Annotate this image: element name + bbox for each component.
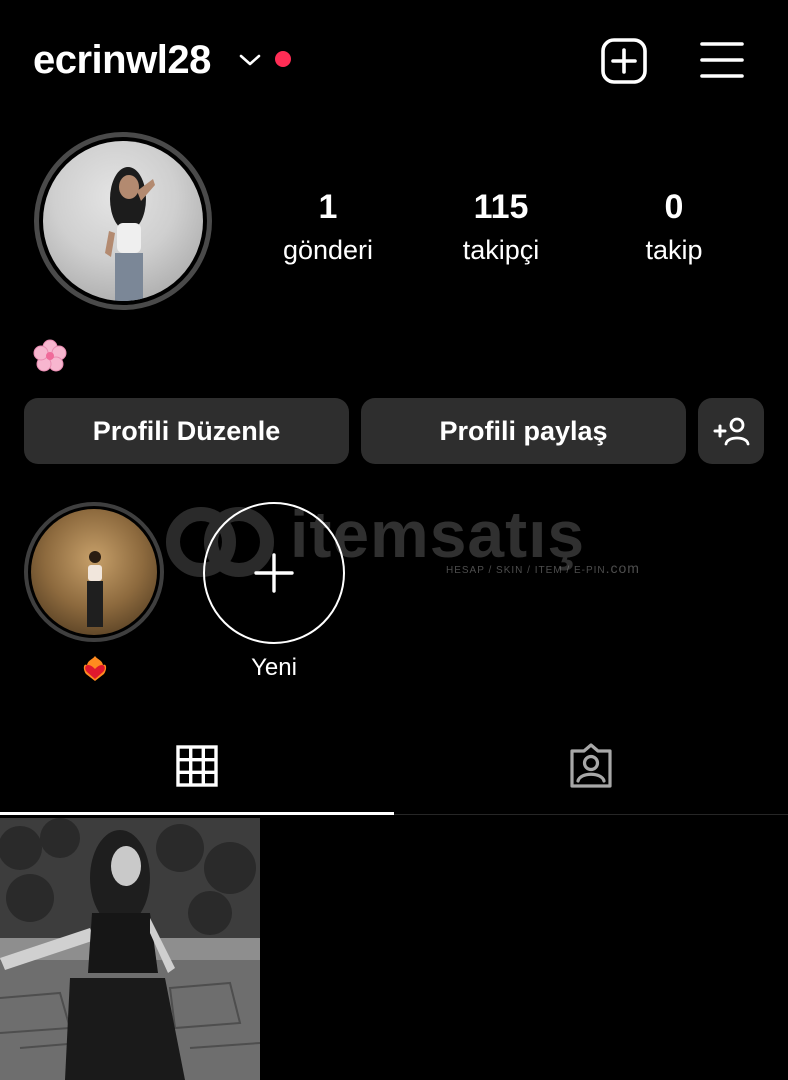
cherry-blossom-emoji <box>33 339 67 372</box>
new-highlight-label: Yeni <box>251 654 297 681</box>
discover-people-button[interactable] <box>698 398 764 464</box>
notification-dot <box>275 51 291 67</box>
stat-posts-count: 1 <box>318 188 338 226</box>
avatar-figure <box>105 167 155 301</box>
add-person-icon <box>713 417 750 446</box>
profile-username[interactable]: ecrinwl28 <box>33 38 211 83</box>
edit-profile-button[interactable]: Profili Düzenle <box>24 398 349 464</box>
create-plus-icon[interactable] <box>600 37 648 85</box>
highlight-thumbnail[interactable] <box>31 509 157 635</box>
heart-on-fire-emoji <box>83 656 107 681</box>
edit-profile-label: Profili Düzenle <box>92 415 281 446</box>
chevron-down-icon[interactable] <box>238 50 262 70</box>
stat-posts-label: gönderi <box>282 235 374 265</box>
stat-posts[interactable]: 1 gönderi <box>243 188 413 266</box>
watermark-suffix: .com <box>605 560 640 576</box>
stat-followers-count: 115 <box>473 188 529 226</box>
watermark-subtext: HESAP / SKIN / ITEM / E-PIN.com <box>446 560 640 576</box>
plus-icon <box>254 553 294 593</box>
grid-icon[interactable] <box>176 745 218 787</box>
tagged-icon[interactable] <box>568 743 614 789</box>
watermark-subtext-main: HESAP / SKIN / ITEM / E-PIN <box>446 565 606 576</box>
avatar[interactable] <box>43 141 203 301</box>
active-tab-indicator <box>0 812 394 815</box>
hamburger-menu-icon[interactable] <box>700 40 744 80</box>
stat-followers[interactable]: 115 takipçi <box>416 188 586 266</box>
stat-following-label: takip <box>645 235 703 265</box>
post-thumbnail[interactable] <box>0 818 260 1080</box>
share-profile-button[interactable]: Profili paylaş <box>361 398 686 464</box>
stat-followers-label: takipçi <box>462 235 540 265</box>
post-photo <box>0 818 260 1080</box>
stat-following-count: 0 <box>664 188 684 226</box>
highlight-figure <box>87 551 103 627</box>
stat-following[interactable]: 0 takip <box>589 188 759 266</box>
share-profile-label: Profili paylaş <box>439 415 608 446</box>
